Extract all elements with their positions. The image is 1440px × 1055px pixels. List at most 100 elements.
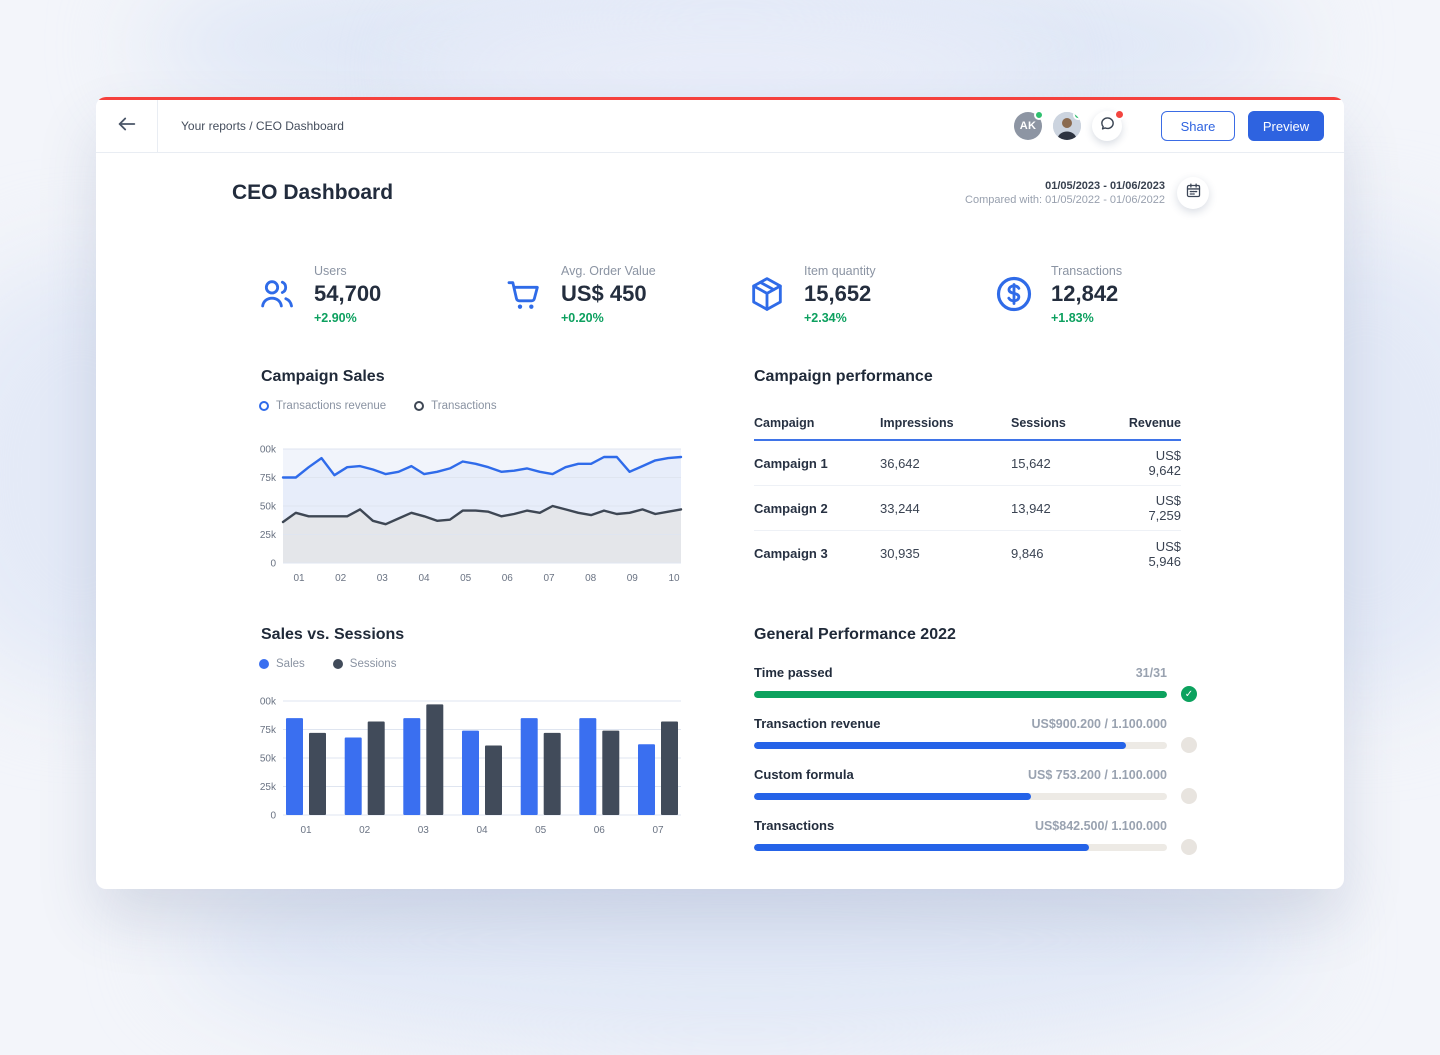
legend-transactions[interactable]: Transactions [414,400,496,412]
preview-button[interactable]: Preview [1248,111,1324,141]
progress-track [754,691,1167,698]
svg-text:07: 07 [652,825,664,836]
progress-fill [754,844,1089,851]
breadcrumb[interactable]: Your reports / CEO Dashboard [181,119,344,133]
table-header-row: Campaign Impressions Sessions Revenue [754,407,1181,441]
svg-text:0: 0 [270,811,276,822]
users-icon [257,274,297,314]
kpi-delta: +2.34% [804,311,876,325]
kpi-label: Users [314,264,381,278]
notification-dot [1114,109,1125,120]
svg-text:06: 06 [502,573,514,584]
legend-sales[interactable]: Sales [259,658,305,670]
dashboard-card: Your reports / CEO Dashboard AK Share Pr… [96,97,1344,889]
svg-text:01: 01 [300,825,312,836]
svg-text:0: 0 [270,559,276,570]
avatar-initials: AK [1020,120,1037,132]
kpi-transactions: Transactions 12,842 +1.83% [994,264,1122,325]
campaign-sales-legend: Transactions revenue Transactions [259,400,497,412]
svg-text:08: 08 [585,573,597,584]
svg-text:100k: 100k [260,697,277,708]
back-button[interactable] [96,100,158,152]
online-dot [1073,112,1081,120]
progress-row-transaction-revenue: Transaction revenue US$900.200 / 1.100.0… [754,716,1201,753]
progress-fill [754,742,1126,749]
table-row: Campaign 3 30,935 9,846 US$ 5,946 [754,531,1181,576]
share-button[interactable]: Share [1161,111,1235,141]
page-title: CEO Dashboard [232,181,393,205]
svg-text:50k: 50k [260,754,277,765]
date-range-block: 01/05/2023 - 01/06/2023 Compared with: 0… [965,177,1209,209]
kpi-avg-order-value: Avg. Order Value US$ 450 +0.20% [504,264,656,325]
sales-vs-sessions-title: Sales vs. Sessions [261,626,404,644]
progress-fill [754,793,1031,800]
chat-bubble-icon [1099,115,1116,137]
progress-row-transactions: Transactions US$842.500/ 1.100.000 [754,818,1201,855]
dollar-icon [994,274,1034,314]
progress-fill [754,691,1167,698]
kpi-item-quantity: Item quantity 15,652 +2.34% [747,264,876,325]
kpi-label: Transactions [1051,264,1122,278]
date-picker-button[interactable] [1177,177,1209,209]
kpi-users: Users 54,700 +2.90% [257,264,381,325]
empty-circle-icon [1181,839,1197,855]
general-performance-title: General Performance 2022 [754,626,956,644]
campaign-sales-chart: 100k 75k 50k 25k 0 01 02 03 04 05 06 07 08 09 10 [260,437,690,587]
svg-text:05: 05 [535,825,547,836]
legend-sessions[interactable]: Sessions [333,658,397,670]
kpi-value: US$ 450 [561,281,656,307]
svg-text:04: 04 [476,825,488,836]
svg-text:01: 01 [293,573,305,584]
package-icon [747,274,787,314]
progress-row-time-passed: Time passed 31/31 ✓ [754,665,1201,702]
topbar: Your reports / CEO Dashboard AK Share Pr… [96,100,1344,153]
table-row: Campaign 1 36,642 15,642 US$ 9,642 [754,441,1181,486]
progress-row-custom-formula: Custom formula US$ 753.200 / 1.100.000 [754,767,1201,804]
kpi-label: Item quantity [804,264,876,278]
kpi-delta: +2.90% [314,311,381,325]
avatar-photo[interactable] [1053,112,1081,140]
date-range: 01/05/2023 - 01/06/2023 [965,180,1165,192]
svg-text:25k: 25k [260,530,277,541]
date-compared: Compared with: 01/05/2022 - 01/06/2022 [965,194,1165,206]
kpi-value: 15,652 [804,281,876,307]
calendar-icon [1185,182,1202,204]
avatar-ak[interactable]: AK [1014,112,1042,140]
empty-circle-icon [1181,737,1197,753]
svg-text:50k: 50k [260,502,277,513]
svg-text:09: 09 [627,573,639,584]
kpi-label: Avg. Order Value [561,264,656,278]
legend-dot-icon [333,659,343,669]
legend-ring-icon [414,401,424,411]
svg-text:75k: 75k [260,725,277,736]
campaign-sales-title: Campaign Sales [261,368,385,386]
legend-dot-icon [259,659,269,669]
kpi-delta: +1.83% [1051,311,1122,325]
svg-text:03: 03 [418,825,430,836]
svg-text:06: 06 [594,825,606,836]
svg-text:03: 03 [377,573,389,584]
progress-track [754,844,1167,851]
arrow-left-icon [116,113,138,140]
sales-vs-sessions-chart: 100k75k50k25k001020304050607 [260,689,690,839]
kpi-value: 54,700 [314,281,381,307]
svg-text:100k: 100k [260,445,277,456]
table-row: Campaign 2 33,244 13,942 US$ 7,259 [754,486,1181,531]
svg-text:05: 05 [460,573,472,584]
legend-transactions-revenue[interactable]: Transactions revenue [259,400,386,412]
svg-text:04: 04 [418,573,430,584]
svg-text:02: 02 [359,825,371,836]
general-performance-list: Time passed 31/31 ✓ Transaction revenue … [754,665,1201,869]
kpi-value: 12,842 [1051,281,1122,307]
svg-text:07: 07 [543,573,555,584]
sales-vs-sessions-legend: Sales Sessions [259,658,396,670]
svg-text:02: 02 [335,573,347,584]
svg-text:75k: 75k [260,473,277,484]
legend-ring-icon [259,401,269,411]
cart-icon [504,274,544,314]
svg-text:10: 10 [668,573,680,584]
campaign-performance-table: Campaign Impressions Sessions Revenue Ca… [754,407,1181,576]
comments-button[interactable] [1092,111,1122,141]
progress-track [754,793,1167,800]
campaign-performance-title: Campaign performance [754,368,933,386]
